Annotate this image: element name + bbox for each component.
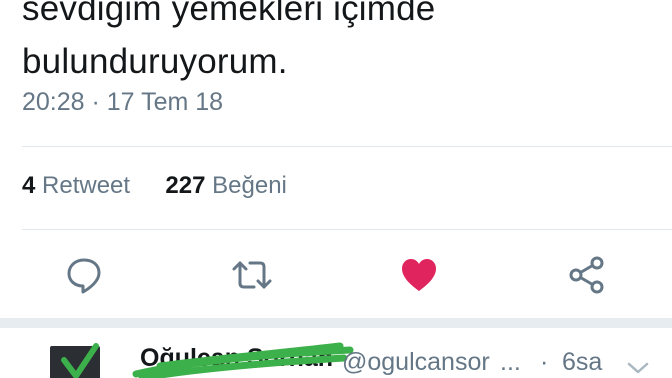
chevron-down-icon[interactable]	[626, 360, 650, 376]
heart-icon	[402, 259, 436, 291]
meta-separator: ·	[540, 348, 549, 376]
like-stat[interactable]: 227 Beğeni	[159, 172, 287, 199]
tweet-text: sevdiğim yemekleri içimde bulunduruyorum…	[22, 0, 662, 88]
retweet-label: Retweet	[42, 172, 131, 199]
tweet-timestamp[interactable]: 20:28 · 17 Tem 18	[22, 88, 223, 117]
like-button[interactable]	[395, 247, 443, 303]
tweet-text-line-2: bulunduruyorum.	[22, 42, 288, 81]
retweet-count: 4	[22, 172, 36, 199]
tweet-stats: 4 Retweet 227 Beğeni	[22, 172, 287, 200]
tweet-text-line-1: sevdiğim yemekleri içimde	[22, 0, 436, 28]
retweet-button[interactable]	[228, 247, 276, 303]
check-mark-scribble-icon	[61, 343, 99, 378]
redaction-scribble-icon	[132, 342, 354, 378]
thread-separator	[0, 318, 672, 328]
handle-ellipsis: ...	[500, 348, 521, 376]
share-icon	[569, 256, 604, 294]
share-button[interactable]	[563, 247, 611, 303]
tweet-age: 6sa	[562, 348, 603, 376]
divider	[22, 229, 672, 230]
like-label: Beğeni	[212, 172, 287, 199]
next-tweet[interactable]: Oğulcan Sorhan @ogulcansor ... · 6sa	[0, 328, 672, 378]
reply-button[interactable]	[60, 247, 108, 303]
tweet-actions	[0, 247, 672, 303]
like-count: 227	[165, 172, 206, 199]
retweet-stat[interactable]: 4 Retweet	[22, 172, 137, 199]
retweet-icon	[232, 261, 272, 289]
divider	[22, 146, 672, 147]
user-handle[interactable]: @ogulcansor	[342, 348, 490, 377]
reply-icon	[67, 258, 101, 294]
